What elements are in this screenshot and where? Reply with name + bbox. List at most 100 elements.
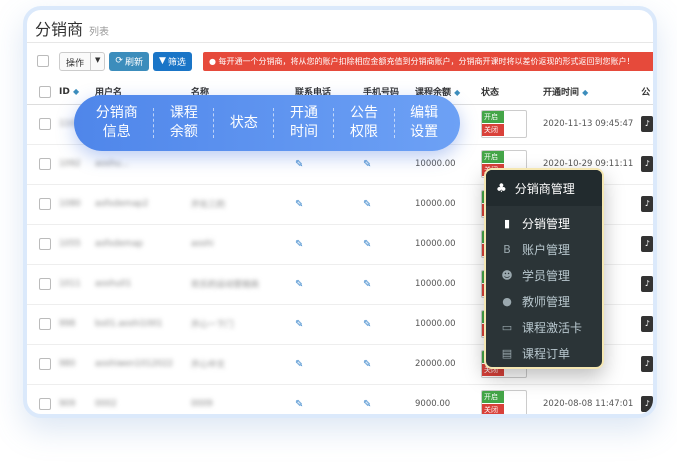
edit-pencil-icon[interactable]: ✎ <box>363 279 371 290</box>
cell-id: 998 <box>55 304 91 345</box>
cell-name: 欢乐的运动营销商 <box>187 264 291 305</box>
cell-open-time: 2020-08-08 11:47:01 <box>539 384 638 414</box>
cell-username: aofxdemap <box>91 224 187 265</box>
row-checkbox[interactable] <box>39 318 51 330</box>
row-checkbox[interactable] <box>39 278 51 290</box>
table-row[interactable]: 909 0002 0009 ✎ ✎ 9000.00 开启 关闭 2020-08-… <box>27 384 653 414</box>
callout-notice-permission: 公告 权限 <box>350 105 379 140</box>
toolbar: 操作 ▼ ⟳ 刷新 ▼ 筛选 <box>37 51 192 71</box>
bell-icon[interactable]: ♪ <box>641 276 653 292</box>
sort-icon: ◆ <box>72 86 80 96</box>
cell-balance: 10000.00 <box>411 264 477 305</box>
select-all-checkbox[interactable] <box>37 55 49 67</box>
row-checkbox[interactable] <box>39 198 51 210</box>
order-icon: ▤ <box>501 346 513 360</box>
refresh-button[interactable]: ⟳ 刷新 <box>109 51 149 71</box>
header-checkbox[interactable] <box>39 85 51 98</box>
row-checkbox[interactable] <box>39 118 51 130</box>
cell-balance: 10000.00 <box>411 304 477 345</box>
bell-icon[interactable]: ♪ <box>641 196 653 212</box>
menu-item-label: 分销管理 <box>522 216 571 231</box>
edit-pencil-icon[interactable]: ✎ <box>363 359 371 370</box>
cell-username: bs01.aoshi1001 <box>91 304 187 345</box>
edit-pencil-icon[interactable]: ✎ <box>363 159 371 170</box>
cell-balance: 10000.00 <box>411 184 477 225</box>
cell-name: 0009 <box>187 384 291 414</box>
status-toggle[interactable]: 开启 关闭 <box>481 390 527 414</box>
edit-pencil-icon[interactable]: ✎ <box>295 359 303 370</box>
info-icon: ● <box>209 57 216 66</box>
bell-icon[interactable]: ♪ <box>641 396 653 412</box>
edit-pencil-icon[interactable]: ✎ <box>363 199 371 210</box>
edit-pencil-icon[interactable]: ✎ <box>295 159 303 170</box>
page-title: 分销商 <box>35 20 84 39</box>
header-divider <box>27 42 653 43</box>
callout-divider <box>393 108 395 138</box>
row-checkbox[interactable] <box>39 158 51 170</box>
row-checkbox[interactable] <box>39 358 51 370</box>
menu-item[interactable]: ▭ 课程激活卡 <box>486 314 602 340</box>
bell-icon[interactable]: ♪ <box>641 116 653 132</box>
edit-pencil-icon[interactable]: ✎ <box>295 319 303 330</box>
status-on-badge: 开启 <box>482 391 504 403</box>
cell-open-time: 2020-11-13 09:45:47 <box>539 104 638 145</box>
menu-item[interactable]: ☻ 学员管理 <box>486 262 602 288</box>
cell-id: 1011 <box>55 264 91 305</box>
menu-item[interactable]: ● 教师管理 <box>486 288 602 314</box>
callout-divider <box>153 108 155 138</box>
bookmark-icon: ▮ <box>503 216 511 230</box>
row-checkbox[interactable] <box>39 238 51 250</box>
bell-icon[interactable]: ♪ <box>641 316 653 332</box>
edit-pencil-icon[interactable]: ✎ <box>295 199 303 210</box>
cell-name: 开心一下门 <box>187 304 291 345</box>
edit-pencil-icon[interactable]: ✎ <box>295 399 303 410</box>
callout-divider <box>333 108 335 138</box>
row-checkbox[interactable] <box>39 398 51 410</box>
menu-item-label: 学员管理 <box>522 268 571 283</box>
edit-pencil-icon[interactable]: ✎ <box>363 239 371 250</box>
col-notice: 公 <box>637 80 653 105</box>
cell-name: 开心中文 <box>187 344 291 385</box>
menu-item[interactable]: ▤ 课程订单 <box>486 340 602 366</box>
menu-item-label: 课程激活卡 <box>522 320 583 335</box>
menu-item-label: 教师管理 <box>522 294 571 309</box>
menu-item-label: 账户管理 <box>522 242 571 257</box>
bell-icon[interactable]: ♪ <box>641 156 653 172</box>
col-open-time[interactable]: 开通时间 ◆ <box>539 80 638 105</box>
edit-pencil-icon[interactable]: ✎ <box>363 399 371 410</box>
operate-dropdown[interactable]: 操作 ▼ <box>59 51 106 71</box>
alert-banner: ● 每开通一个分销商，将从您的账户扣除相应金额充值到分销商账户，分销商开课时将以… <box>203 52 653 71</box>
card-icon: ▭ <box>501 320 513 334</box>
page-header: 分销商 列表 <box>35 16 109 40</box>
status-toggle[interactable]: 开启 关闭 <box>481 110 527 138</box>
status-off-badge: 关闭 <box>482 404 504 414</box>
page-subtitle: 列表 <box>89 27 110 38</box>
bell-icon[interactable]: ♪ <box>641 236 653 252</box>
cell-name: 开化三的 <box>187 184 291 225</box>
bell-icon[interactable]: ♪ <box>641 356 653 372</box>
filter-button[interactable]: ▼ 筛选 <box>152 51 192 71</box>
edit-pencil-icon[interactable]: ✎ <box>295 239 303 250</box>
menu-item[interactable]: B 账户管理 <box>486 236 602 262</box>
cell-id: 1080 <box>55 184 91 225</box>
cell-id: 1055 <box>55 224 91 265</box>
feature-callout: 分销商 信息 课程 余额 状态 开通 时间 公告 权限 编辑 设置 <box>74 95 460 151</box>
filter-icon: ▼ <box>158 56 166 66</box>
menu-title: 分销商管理 <box>514 181 575 196</box>
status-off-badge: 关闭 <box>482 124 504 136</box>
cell-id: 1092 <box>55 144 91 185</box>
cell-balance: 9000.00 <box>411 384 477 414</box>
distributor-menu: ♣ 分销商管理 ▮ 分销管理 B 账户管理 ☻ 学员管理 ● 教师管理 ▭ 课程激活卡 ▤… <box>484 168 604 369</box>
edit-pencil-icon[interactable]: ✎ <box>363 319 371 330</box>
edit-pencil-icon[interactable]: ✎ <box>295 279 303 290</box>
menu-header: ♣ 分销商管理 <box>486 170 602 206</box>
sitemap-icon: ♣ <box>496 181 507 195</box>
sort-icon: ◆ <box>454 88 461 98</box>
cell-id: 909 <box>55 384 91 414</box>
callout-open-time: 开通 时间 <box>289 105 318 140</box>
cell-name: aoshi <box>187 224 291 265</box>
status-on-badge: 开启 <box>482 111 504 123</box>
menu-item[interactable]: ▮ 分销管理 <box>486 210 602 236</box>
refresh-icon: ⟳ <box>115 56 123 66</box>
callout-status: 状态 <box>229 114 258 131</box>
